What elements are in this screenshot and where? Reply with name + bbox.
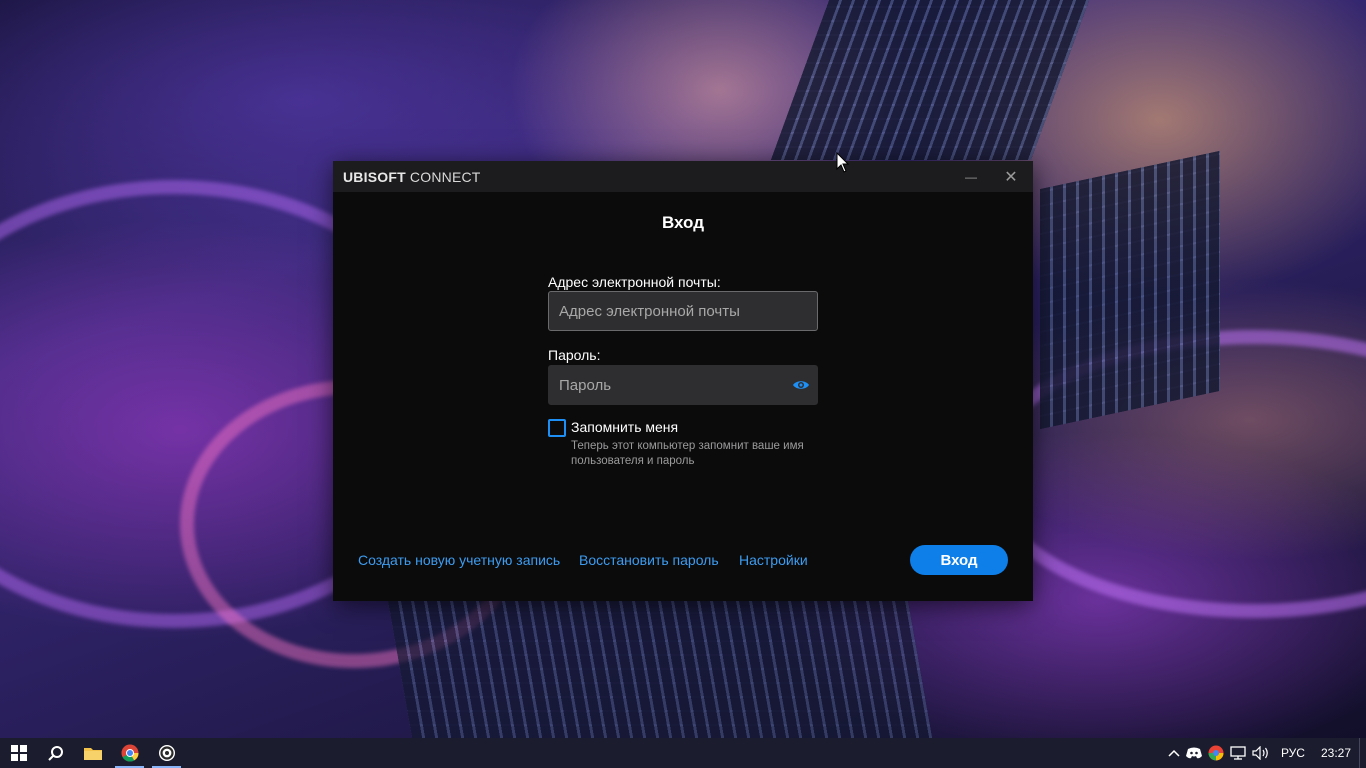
page-title: Вход — [661, 213, 705, 232]
search-icon — [47, 746, 63, 761]
speaker-icon — [1252, 746, 1268, 760]
network-tray-button[interactable] — [1227, 738, 1249, 768]
login-button[interactable]: Вход — [910, 545, 1008, 575]
close-button[interactable]: ✕ — [991, 161, 1031, 192]
settings-link[interactable]: Настройки — [739, 552, 808, 568]
discord-icon — [1185, 747, 1202, 759]
google-drive-tray-button[interactable] — [1205, 738, 1227, 768]
ubisoft-connect-taskbar-button[interactable] — [148, 738, 185, 768]
ubisoft-connect-icon — [158, 745, 175, 761]
remember-me-checkbox[interactable] — [548, 419, 566, 437]
discord-tray-button[interactable] — [1183, 738, 1205, 768]
network-monitor-icon — [1230, 746, 1246, 760]
chrome-icon — [121, 744, 138, 762]
mouse-cursor-icon — [836, 152, 850, 173]
close-icon: ✕ — [1004, 168, 1018, 186]
input-language-indicator[interactable]: РУС — [1273, 738, 1313, 768]
system-tray: РУС 23:27 — [1165, 738, 1366, 768]
email-field[interactable] — [548, 291, 818, 331]
remember-me-label[interactable]: Запомнить меня — [571, 419, 678, 435]
minimize-icon: — — [965, 169, 977, 184]
chevron-up-icon — [1168, 749, 1180, 757]
chrome-button[interactable] — [111, 738, 148, 768]
titlebar[interactable]: UBISOFT CONNECT — ✕ — [333, 161, 1033, 192]
start-button[interactable] — [0, 738, 37, 768]
show-desktop-button[interactable] — [1359, 738, 1366, 768]
password-field[interactable] — [548, 365, 818, 405]
folder-icon — [83, 748, 102, 760]
password-label: Пароль: — [548, 347, 601, 363]
app-title: UBISOFT CONNECT — [343, 169, 481, 185]
show-password-eye-icon[interactable] — [792, 378, 810, 392]
search-button[interactable] — [37, 738, 74, 768]
email-label: Адрес электронной почты: — [548, 274, 721, 290]
show-hidden-icons-button[interactable] — [1165, 738, 1183, 768]
ubisoft-connect-window: UBISOFT CONNECT — ✕ Вход Адрес электронн… — [333, 161, 1033, 601]
colorful-app-icon — [1208, 745, 1224, 761]
taskbar: РУС 23:27 — [0, 738, 1366, 768]
create-account-link[interactable]: Создать новую учетную запись — [358, 552, 560, 568]
wallpaper-building — [770, 0, 1090, 160]
windows-logo-icon — [10, 745, 27, 761]
minimize-button[interactable]: — — [951, 161, 991, 192]
app-title-bold: UBISOFT — [343, 168, 406, 185]
app-title-rest: CONNECT — [405, 168, 481, 185]
remember-me-note: Теперь этот компьютер запомнит ваше имя … — [571, 440, 804, 467]
restore-password-link[interactable]: Восстановить пароль — [579, 552, 719, 568]
file-explorer-button[interactable] — [74, 738, 111, 768]
volume-tray-button[interactable] — [1249, 738, 1273, 768]
wallpaper-building — [1040, 150, 1220, 430]
clock[interactable]: 23:27 — [1313, 738, 1359, 768]
wallpaper-building — [387, 600, 933, 738]
